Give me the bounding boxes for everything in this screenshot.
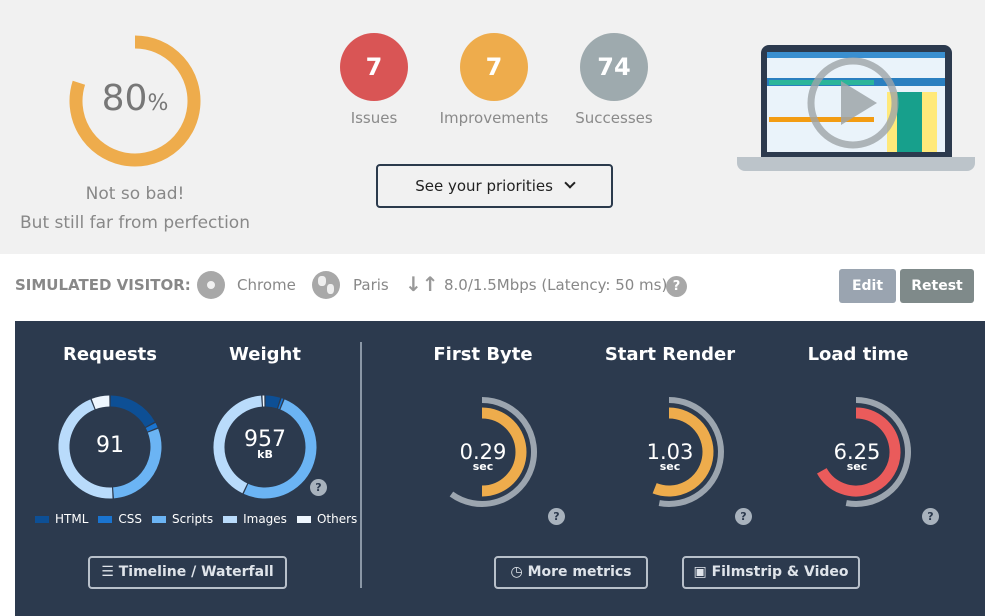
priorities-label: See your priorities [415,177,553,195]
requests-title: Requests [62,344,157,365]
first-byte-title: First Byte [433,344,533,365]
score-number: 80 [101,78,148,119]
requests-value: 91 [96,433,124,458]
connection-value[interactable]: 8.0/1.5Mbps (Latency: 50 ms) [444,276,667,294]
verdict-line-2: But still far from perfection [20,213,250,233]
load-time-help-icon[interactable]: ? [922,508,939,525]
legend-html: HTML [35,512,88,526]
more-metrics-button[interactable]: ◷ More metrics [494,556,648,589]
load-time-unit: sec [846,460,868,473]
start-render-unit: sec [659,460,681,473]
issues-label: Issues [350,109,398,127]
successes-badge[interactable]: 74 [580,33,648,101]
verdict-line-1: Not so bad! [85,184,185,204]
simulated-visitor-label: SIMULATED VISITOR: [15,276,191,294]
improvements-label: Improvements [439,109,549,127]
score-value: 80% [70,78,200,119]
legend-css: CSS [98,512,142,526]
waterfall-icon: ☰ [101,564,119,580]
edit-button[interactable]: Edit [839,269,896,303]
start-render-help-icon[interactable]: ? [735,508,752,525]
filmstrip-label: Filmstrip & Video [711,564,849,580]
load-time-title: Load time [807,344,909,365]
filmstrip-video-button[interactable]: ▣ Filmstrip & Video [682,556,860,589]
legend-others: Others [296,512,358,526]
legend: HTML CSS Scripts Images Others [35,512,357,526]
retest-button[interactable]: Retest [900,269,974,303]
film-icon: ▣ [693,564,712,580]
legend-swatch [98,516,113,523]
more-metrics-label: More metrics [527,564,632,580]
chrome-icon [197,271,225,299]
improvements-badge[interactable]: 7 [460,33,528,101]
globe-icon [312,271,340,299]
chevron-down-icon [564,177,576,189]
legend-scripts: Scripts [152,512,213,526]
legend-label: CSS [118,512,143,526]
score-unit: % [147,91,169,116]
panel-divider [360,342,362,588]
legend-swatch [152,516,167,523]
weight-unit: kB [257,448,273,461]
start-render-title: Start Render [604,344,736,365]
legend-label: Images [243,512,287,526]
legend-label: Scripts [172,512,214,526]
see-priorities-button[interactable]: See your priorities [376,164,613,208]
first-byte-help-icon[interactable]: ? [548,508,565,525]
score-verdict: Not so bad! But still far from perfection [0,180,270,238]
legend-label: HTML [55,512,89,526]
issues-badge[interactable]: 7 [340,33,408,101]
legend-swatch [223,516,238,523]
play-icon[interactable] [803,53,903,153]
video-thumbnail[interactable] [737,45,975,171]
first-byte-unit: sec [472,460,494,473]
weight-help-icon[interactable]: ? [310,479,327,496]
location-value[interactable]: Paris [353,276,389,294]
successes-label: Successes [575,109,653,127]
legend-label: Others [316,512,358,526]
timeline-label: Timeline / Waterfall [118,564,274,580]
weight-title: Weight [229,344,301,365]
legend-swatch [296,516,311,523]
timeline-waterfall-button[interactable]: ☰ Timeline / Waterfall [88,556,287,589]
help-icon[interactable]: ? [666,276,687,297]
up-down-arrows-icon: ↓↑ [405,272,439,296]
legend-swatch [35,516,49,523]
browser-value[interactable]: Chrome [237,276,296,294]
legend-images: Images [223,512,287,526]
clock-icon: ◷ [510,564,528,580]
